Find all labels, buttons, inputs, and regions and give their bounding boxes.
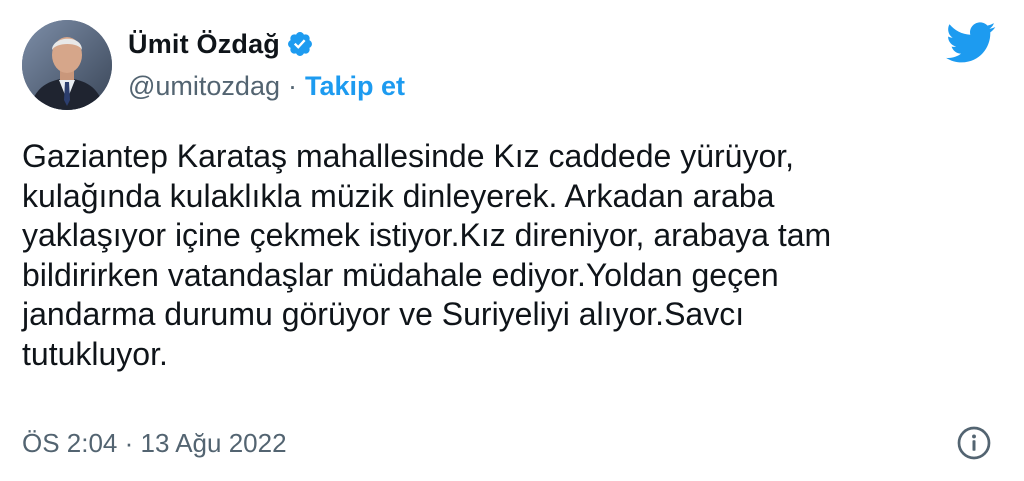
author-display-name[interactable]: Ümit Özdağ: [128, 29, 280, 60]
author-handle[interactable]: @umitozdag: [128, 71, 280, 102]
tweet-timestamp[interactable]: ÖS 2:04 · 13 Ağu 2022: [22, 428, 287, 459]
avatar-photo: [22, 20, 112, 110]
handle-row: @umitozdag · Takip et: [128, 67, 405, 105]
avatar[interactable]: [22, 20, 112, 110]
tweet-text: Gaziantep Karataş mahallesinde Kız cadde…: [22, 138, 832, 372]
follow-link[interactable]: Takip et: [305, 71, 405, 102]
tweet-card: Ümit Özdağ @umitozdag · Takip et Gaziant…: [0, 0, 1024, 481]
info-icon[interactable]: [956, 425, 992, 461]
author-identity: Ümit Özdağ @umitozdag · Takip et: [128, 25, 405, 105]
name-row: Ümit Özdağ: [128, 25, 405, 63]
verified-badge-icon: [286, 30, 314, 58]
tweet-footer: ÖS 2:04 · 13 Ağu 2022: [22, 423, 1002, 463]
twitter-bird-icon[interactable]: [946, 22, 996, 64]
separator-dot: ·: [287, 70, 297, 101]
tweet-header: Ümit Özdağ @umitozdag · Takip et: [22, 20, 405, 110]
